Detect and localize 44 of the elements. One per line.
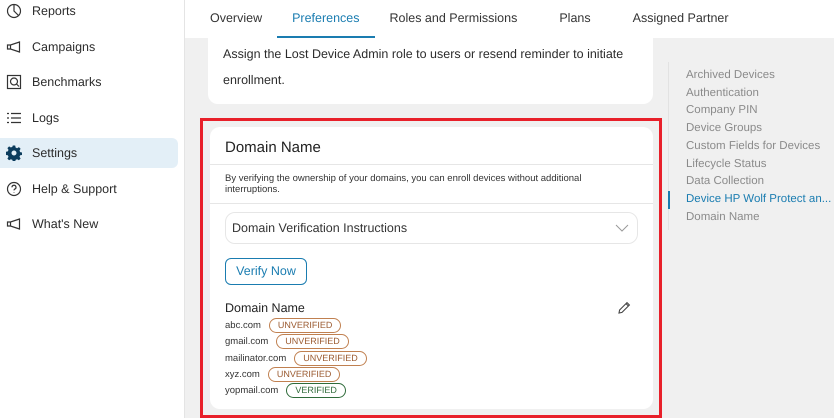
sidebar-label: Benchmarks: [32, 75, 102, 89]
sidebar-label: Settings: [32, 146, 78, 160]
verify-button[interactable]: Verify Now: [225, 258, 307, 285]
status-badge: UNVERIFIED: [268, 318, 342, 334]
sidebar-item[interactable]: What's New: [0, 209, 178, 239]
status-badge: VERIFIED: [286, 383, 346, 398]
sidebar-label: What's New: [32, 217, 98, 231]
domain-name: gmail.com: [225, 336, 268, 348]
sidebar-item[interactable]: Logs: [0, 102, 178, 132]
pencil-icon[interactable]: [617, 300, 631, 315]
pie-chart-icon: [6, 3, 22, 19]
status-badge: UNVERIFIED: [294, 350, 367, 366]
sidebar-item[interactable]: Settings: [0, 138, 178, 168]
nav-link[interactable]: Device HP Wolf Protect an...: [668, 190, 832, 209]
card-title: Domain Name: [210, 126, 653, 165]
sidebar-label: Reports: [32, 4, 76, 18]
card-description: By verifying the ownership of your domains, you can enroll devices without additional interruptions.: [210, 164, 653, 204]
domain-name: abc.com: [225, 320, 261, 332]
list-title: Domain Name: [225, 300, 305, 315]
domain-name: mailinator.com: [225, 352, 286, 364]
domain-name: yopmail.com: [225, 385, 278, 396]
search-icon: [6, 74, 22, 90]
accordion-label: Domain Verification Instructions: [232, 220, 408, 235]
chevron-icon: [615, 224, 629, 232]
status-badge: UNVERIFIED: [276, 334, 349, 350]
sidebar-item[interactable]: Help & Support: [0, 174, 178, 204]
sidebar-item[interactable]: Reports: [0, 0, 178, 26]
tab[interactable]: Assigned Partner: [618, 0, 744, 38]
sidebar-item[interactable]: Campaigns: [0, 32, 178, 62]
sidebar-label: Logs: [32, 110, 60, 124]
card-text: Assign the Lost Device Admin role to users or resend reminder to initiate enrollment.: [223, 47, 624, 87]
sidebar-item[interactable]: Benchmarks: [0, 67, 178, 97]
megaphone-icon: [6, 38, 22, 54]
tab[interactable]: Roles and Permissions: [374, 0, 532, 38]
settings-icon: [6, 145, 22, 161]
domain-name: xyz.com: [225, 369, 260, 380]
sidebar-label: Campaigns: [32, 40, 96, 54]
tab[interactable]: Plans: [544, 0, 606, 38]
tab[interactable]: Overview: [195, 0, 278, 38]
accordion-header[interactable]: Domain Verification Instructions: [225, 212, 638, 244]
megaphone-icon: [6, 216, 22, 232]
status-badge: UNVERIFIED: [268, 367, 340, 382]
sidebar-label: Help & Support: [32, 182, 117, 196]
help-icon: [6, 180, 22, 196]
